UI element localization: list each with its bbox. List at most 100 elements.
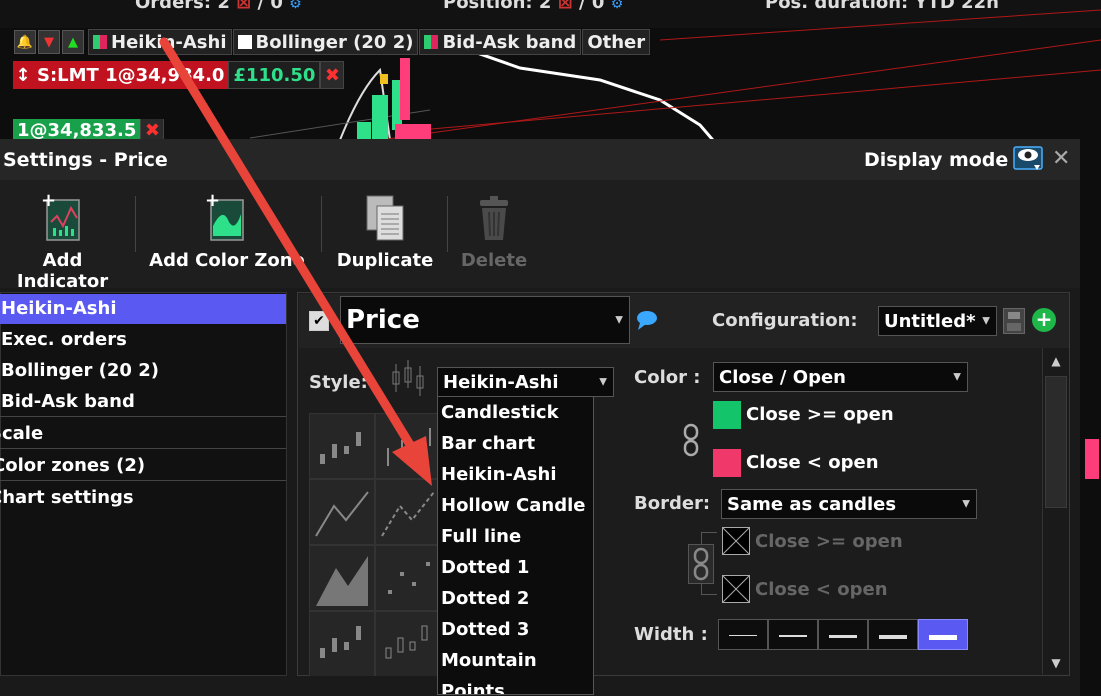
color-mode-dropdown[interactable]: Close / Open ▼: [713, 362, 968, 392]
border-up-label: Close >= open: [755, 531, 903, 552]
add-color-zone-button[interactable]: + Add Color Zone: [147, 192, 307, 271]
sell-arrow-icon[interactable]: ▼: [38, 30, 60, 54]
legend-swatch: [93, 35, 107, 49]
style-value: Heikin-Ashi: [443, 371, 559, 393]
tree-item-exec-orders[interactable]: Exec. orders: [0, 325, 286, 355]
legend-bollinger[interactable]: Bollinger (20 2): [232, 29, 419, 55]
close-down-label: Close < open: [746, 452, 879, 473]
menu-item-dotted-3[interactable]: Dotted 3: [438, 614, 593, 645]
border-label: Border:: [634, 493, 711, 514]
menu-item-heikin-ashi[interactable]: Heikin-Ashi: [438, 459, 593, 490]
duplicate-icon: [363, 192, 407, 244]
duplicate-button[interactable]: Duplicate: [333, 192, 437, 271]
style-dropdown[interactable]: Heikin-Ashi ▼: [437, 367, 614, 397]
tree-item-label: Color zones (2): [0, 455, 146, 476]
thumb-full-line[interactable]: [309, 479, 375, 545]
legend-other[interactable]: Other: [582, 29, 651, 55]
drag-handle-icon[interactable]: ↕: [13, 61, 33, 89]
legend-bid-ask-band[interactable]: Bid-Ask band: [419, 29, 582, 55]
trend-line-3: [659, 9, 1101, 41]
tree-item-scale[interactable]: Scale: [0, 419, 286, 449]
legend-heikin-ashi[interactable]: Heikin-Ashi: [88, 29, 232, 55]
menu-item-candlestick[interactable]: Candlestick: [438, 397, 593, 428]
tree-item-label: Exec. orders: [1, 329, 127, 350]
alert-bell-icon[interactable]: 🔔: [14, 30, 36, 54]
menu-item-dotted-1[interactable]: Dotted 1: [438, 552, 593, 583]
scroll-down-icon[interactable]: ▼: [1043, 656, 1069, 670]
save-icon[interactable]: [1003, 308, 1025, 334]
tree-item-label: Scale: [0, 423, 44, 444]
border-mode-dropdown[interactable]: Same as candles ▼: [721, 489, 977, 519]
toolbar-separator: [135, 196, 136, 252]
visible-checkbox[interactable]: ✔: [309, 311, 329, 331]
menu-item-hollow-candle[interactable]: Hollow Candle: [438, 490, 593, 521]
ha-candle: [372, 95, 388, 140]
close-down-color-swatch[interactable]: [713, 449, 741, 477]
sell-order-tag[interactable]: ↕ S:LMT 1@34,984.0 £110.50 ✖: [13, 61, 345, 89]
legend-label: Bollinger (20 2): [255, 31, 414, 53]
toolbar-separator: [321, 196, 322, 252]
close-icon[interactable]: ✖: [320, 61, 345, 89]
border-up-color-swatch[interactable]: [722, 527, 750, 555]
sell-order-pnl: £110.50: [228, 61, 321, 89]
close-window-icon[interactable]: ✕: [1052, 146, 1070, 171]
indicator-name-field[interactable]: Price ▼: [340, 296, 630, 344]
display-mode-label[interactable]: Display mode: [864, 149, 1008, 171]
close-icon[interactable]: ✖: [140, 119, 165, 141]
width-option-5[interactable]: [918, 619, 968, 650]
comment-bubble-icon[interactable]: [634, 309, 660, 335]
tree-item-bid-ask-band[interactable]: Bid-Ask band: [0, 387, 286, 417]
thumb-bar-chart[interactable]: [375, 413, 441, 479]
add-indicator-button[interactable]: + Add Indicator: [0, 190, 125, 292]
content-scrollbar[interactable]: ▲ ▼: [1042, 348, 1069, 674]
width-option-4[interactable]: [868, 619, 918, 650]
thumb-candlestick-alt[interactable]: [309, 611, 375, 676]
thumb-points[interactable]: [375, 545, 441, 611]
menu-item-full-line[interactable]: Full line: [438, 521, 593, 552]
menu-item-points[interactable]: Points: [438, 676, 593, 694]
delete-label: Delete: [460, 250, 528, 271]
add-configuration-icon[interactable]: +: [1032, 308, 1056, 332]
indicator-name-value: Price: [346, 305, 420, 335]
thumb-mountain[interactable]: [309, 545, 375, 611]
tree-item-label: Heikin-Ashi: [1, 298, 117, 319]
bracket-line: [701, 594, 717, 595]
bracket-line: [701, 584, 702, 594]
buy-arrow-icon[interactable]: ▲: [62, 30, 84, 54]
border-link-icon[interactable]: [688, 544, 714, 584]
border-down-color-swatch[interactable]: [722, 575, 750, 603]
eye-icon[interactable]: [1010, 143, 1046, 171]
menu-item-bar-chart[interactable]: Bar chart: [438, 428, 593, 459]
link-icon[interactable]: [682, 423, 702, 461]
trend-line-2: [419, 69, 1101, 131]
duplicate-label: Duplicate: [336, 250, 434, 271]
thumb-candlestick[interactable]: [309, 413, 375, 479]
legend-swatch: [237, 35, 252, 49]
add-color-zone-icon: +: [205, 192, 249, 244]
width-option-1[interactable]: [718, 619, 768, 650]
tree-item-bollinger[interactable]: Bollinger (20 2): [0, 356, 286, 386]
tree-item-heikin-ashi[interactable]: Heikin-Ashi: [0, 294, 286, 324]
menu-item-dotted-2[interactable]: Dotted 2: [438, 583, 593, 614]
ha-candle: [395, 124, 431, 140]
menu-item-mountain[interactable]: Mountain: [438, 645, 593, 676]
width-option-2[interactable]: [768, 619, 818, 650]
trash-icon: [472, 192, 516, 244]
buy-order-tag[interactable]: 1@34,833.5 ✖: [13, 119, 165, 141]
thumb-hollow-candle[interactable]: [375, 611, 441, 676]
scrollbar-thumb[interactable]: [1045, 376, 1067, 508]
chevron-down-icon: ▼: [953, 371, 961, 383]
close-up-color-swatch[interactable]: [713, 401, 741, 429]
candlestick-style-icon: [388, 358, 436, 402]
legend-label: Other: [587, 31, 646, 53]
thumb-dotted-line[interactable]: [375, 479, 441, 545]
configuration-dropdown[interactable]: Untitled* ▼: [878, 306, 997, 336]
tree-item-chart-settings[interactable]: Chart settings: [0, 483, 286, 513]
delete-button[interactable]: Delete: [455, 192, 533, 271]
width-option-3[interactable]: [818, 619, 868, 650]
ha-candle: [357, 122, 371, 140]
configuration-value: Untitled*: [884, 310, 976, 332]
tree-item-color-zones[interactable]: Color zones (2): [0, 451, 286, 481]
style-dropdown-menu: Candlestick Bar chart Heikin-Ashi Hollow…: [437, 397, 594, 695]
scroll-up-icon[interactable]: ▲: [1043, 354, 1069, 368]
